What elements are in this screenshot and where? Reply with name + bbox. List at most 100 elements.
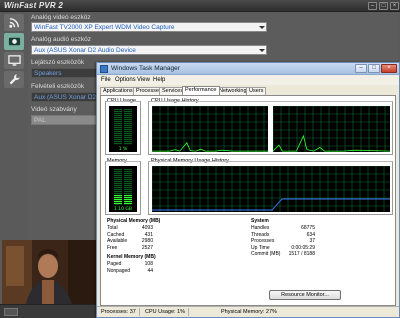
playback-device-select[interactable]: Speakers [31,68,99,78]
playback-device-label: Lejátszó eszközök [31,59,85,66]
pvr-title: WinFast PVR 2 [4,1,63,10]
tm-title: Windows Task Manager [111,65,180,72]
pvr-maximize-button[interactable]: □ [379,2,388,10]
video-preview[interactable] [2,240,96,304]
physical-memory-row-value: 2527 [141,244,153,251]
system-row-value: 37 [309,238,315,244]
physical-memory-row-value: 431 [144,231,153,238]
physical-memory-row-value: 4093 [141,225,153,231]
sidebar-monitor-button[interactable] [4,52,24,69]
video-standard-select[interactable]: PAL [31,115,99,125]
recording-device-label: Felvételi eszközök [31,83,85,90]
audio-device-label: Analóg audió eszköz [31,36,91,43]
memory-history-group [148,161,393,215]
physical-memory-row: Cached 431 [107,231,153,238]
video-device-value: WinFast TV2000 XP Expert WDM Video Captu… [34,24,175,31]
system-row-value: 1517 / 8188 [288,251,315,257]
cpu-usage-value: 1 % [119,146,128,152]
tm-titlebar[interactable]: Windows Task Manager – □ × [97,63,399,75]
cpu-usage-line [152,142,268,152]
system-row-value: 68775 [301,225,315,231]
memory-history-graph [152,166,390,212]
video-frame-image [2,240,96,304]
system-row: Commit (MB) 1517 / 8188 [251,251,315,257]
video-standard-label: Videó szabvány [31,106,77,113]
physical-memory-row-label: Available [107,238,128,244]
sidebar-settings-button[interactable] [4,71,24,88]
physical-memory-row-value: 2980 [141,238,153,244]
pvr-close-button[interactable]: × [390,2,399,10]
status-physical-memory: Physical Memory: 27% [221,309,277,315]
menu-help[interactable]: Help [153,76,165,84]
tm-minimize-button[interactable]: – [355,64,367,73]
physical-memory-row: Free 2527 [107,244,153,251]
system-row: Up Time 0:00:05:29 [251,244,315,251]
system-row-label: Threads [251,231,270,238]
memory-group: 1.10 GB [105,161,141,215]
signal-icon [8,18,19,28]
tm-close-button[interactable]: × [381,64,397,73]
cpu-usage-group: 1 % [105,101,141,155]
memory-usage-value: 1.10 GB [114,206,132,212]
chevron-down-icon [259,49,265,52]
pvr-bottom-button[interactable] [4,308,18,316]
kernel-memory-heading: Kernel Memory (MB) [107,254,156,260]
tab-applications[interactable]: Applications [100,87,136,95]
system-row: Processes 37 [251,238,315,244]
chevron-down-icon [259,26,265,29]
status-cpu-usage: CPU Usage: 1% [145,308,190,316]
cpu-usage-meter: 1 % [109,106,137,152]
playback-device-value: Speakers [34,70,62,77]
system-row-label: Up Time [251,244,270,251]
sidebar-record-button[interactable] [4,33,24,50]
recording-device-select[interactable]: Aux (ASUS Xonar D2 Audio Device [31,92,99,102]
sidebar-signal-button[interactable] [4,14,24,31]
physical-memory-row-label: Cached [107,231,125,238]
tm-menubar: File Options View Help [97,75,399,85]
cpu-history-graph-core-1 [273,106,390,152]
physical-memory-row: Total 4093 [107,225,153,231]
recording-device-value: Aux (ASUS Xonar D2 Audio Device [34,94,98,101]
resource-monitor-button[interactable]: Resource Monitor... [269,290,341,300]
monitor-icon [7,55,21,66]
physical-memory-row-label: Free [107,244,118,251]
tab-networking[interactable]: Networking [216,87,250,95]
physical-memory-heading: Physical Memory (MB) [107,218,161,224]
kernel-memory-row-label: Paged [107,261,122,267]
video-device-select[interactable]: WinFast TV2000 XP Expert WDM Video Captu… [31,22,267,32]
tm-status-bar: Processes: 37 CPU Usage: 1% Physical Mem… [97,306,399,317]
system-row: Handles 68775 [251,225,315,231]
memory-meter: 1.10 GB [109,166,137,212]
system-row-label: Processes [251,238,275,244]
menu-options[interactable]: Options [115,76,136,84]
pvr-titlebar[interactable]: WinFast PVR 2 – □ × [0,0,400,12]
task-manager-icon [100,65,108,73]
memory-usage-line [152,198,390,211]
task-manager-window: Windows Task Manager – □ × File Options … [96,62,400,318]
pvr-minimize-button[interactable]: – [368,2,377,10]
record-icon [8,37,20,46]
status-processes: Processes: 37 [101,308,140,316]
kernel-memory-row-label: Nonpaged [107,267,131,274]
performance-panel: CPU Usage 1 % CPU Usage History Memory 1… [100,95,396,306]
pvr-sidebar [2,14,26,94]
audio-device-select[interactable]: Aux (ASUS Xonar D2 Audio Device [31,45,267,55]
tab-performance[interactable]: Performance [182,86,220,95]
video-device-label: Analóg videó eszköz [31,14,91,21]
physical-memory-row-label: Total [107,225,118,231]
kernel-memory-row-value: 44 [147,267,153,274]
video-standard-value: PAL [34,117,46,124]
system-row-value: 634 [306,231,315,238]
cpu-history-group [148,101,393,155]
menu-file[interactable]: File [101,76,111,84]
tab-users[interactable]: Users [246,87,267,95]
physical-memory-row: Available 2980 [107,238,153,244]
system-row: Threads 634 [251,231,315,238]
cpu-history-graph-core-0 [152,106,268,152]
tm-maximize-button[interactable]: □ [368,64,380,73]
wrench-icon [9,74,20,85]
kernel-memory-row: Paged 108 [107,261,153,267]
menu-view[interactable]: View [137,76,150,84]
kernel-memory-row: Nonpaged 44 [107,267,153,274]
system-row-label: Commit (MB) [251,251,281,257]
